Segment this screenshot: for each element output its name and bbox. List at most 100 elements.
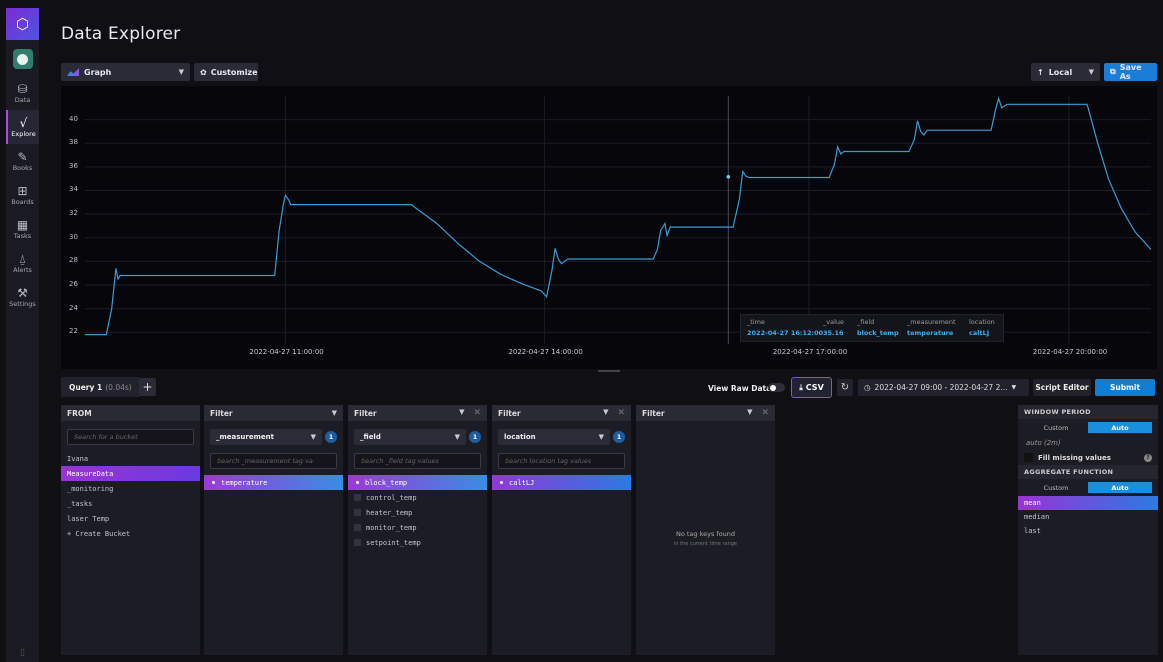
sidebar-item-label: Settings <box>9 299 36 308</box>
graph-type-label: Graph <box>84 67 112 77</box>
selected-count-badge: 1 <box>325 431 337 443</box>
aggregate-function-item[interactable]: last <box>1018 524 1158 538</box>
collapse-sidebar-icon[interactable]: ▯ <box>6 648 39 658</box>
sidebar-item-boards[interactable]: ⊞ Boards <box>6 178 39 212</box>
time-range-dropdown[interactable]: ◷ 2022-04-27 09:00 - 2022-04-27 2... ▼ <box>858 379 1029 396</box>
save-as-label: Save As <box>1119 63 1142 81</box>
bucket-item[interactable]: _tasks <box>61 496 200 511</box>
filter-column-empty: Filter ▼ ✕ No tag keys found in the current … <box>636 405 775 655</box>
chevron-down-icon[interactable]: ▼ <box>332 409 337 417</box>
chevron-down-icon: ▼ <box>1088 68 1094 76</box>
bucket-item[interactable]: MeasureData <box>61 466 200 481</box>
bucket-item[interactable]: _monitoring <box>61 481 200 496</box>
tag-value-label: caltLJ <box>509 478 535 487</box>
tooltip-header: location <box>969 318 995 326</box>
query-tab[interactable]: Query 1 (0.04s) <box>61 377 140 397</box>
tag-value-search-input[interactable]: Search _measurement tag va <box>210 453 337 469</box>
filter-column-field: Filter ▼ ✕ _field ▼ 1 Search _field tag values… <box>348 405 487 655</box>
y-tick-label: 28 <box>69 256 78 265</box>
tag-value-item[interactable]: heater_temp <box>348 505 487 520</box>
create-bucket-link[interactable]: + Create Bucket <box>61 526 200 541</box>
bucket-item[interactable]: laser Temp <box>61 511 200 526</box>
filter-header-label: Filter <box>354 408 377 418</box>
chevron-down-icon[interactable]: ▼ <box>603 408 608 418</box>
checkbox[interactable] <box>356 481 359 484</box>
graph-panel[interactable]: 22 24 26 28 30 32 34 36 38 40 2022-04-27 11:00:00… <box>61 86 1157 369</box>
tag-key-dropdown[interactable]: _field ▼ <box>354 429 466 445</box>
customize-button[interactable]: ✿ Customize <box>194 63 258 81</box>
checkbox[interactable] <box>500 481 503 484</box>
checkbox[interactable] <box>212 481 215 484</box>
bucket-item[interactable]: Ivana <box>61 451 200 466</box>
window-custom-option[interactable]: Custom <box>1024 422 1088 433</box>
save-as-button[interactable]: ⧉ Save As <box>1104 63 1157 81</box>
tag-key-row: _field ▼ 1 <box>354 429 481 445</box>
sidebar-item-data[interactable]: ⛁ Data <box>6 76 39 110</box>
aggregate-function-item[interactable]: median <box>1018 510 1158 524</box>
submit-button[interactable]: Submit <box>1095 379 1155 396</box>
selected-count-badge: 1 <box>469 431 481 443</box>
tooltip-header: _value <box>823 318 845 326</box>
add-query-button[interactable]: + <box>139 378 156 396</box>
tag-key-row: location ▼ 1 <box>498 429 625 445</box>
tag-value-item[interactable]: temperature <box>204 475 343 490</box>
x-tick-label: 2022-04-27 11:00:00 <box>249 348 324 356</box>
sidebar-item-tasks[interactable]: ▦ Tasks <box>6 212 39 246</box>
sidebar-item-books[interactable]: ✎ Books <box>6 144 39 178</box>
graph-icon <box>67 68 79 76</box>
tooltip-value: temperature <box>907 329 954 337</box>
empty-state: No tag keys found in the current time ran… <box>636 530 775 547</box>
resize-handle[interactable] <box>598 370 620 372</box>
checkbox[interactable] <box>354 524 361 531</box>
series-line[interactable] <box>85 96 1152 336</box>
tag-value-search-input[interactable]: Search _field tag values <box>354 453 481 469</box>
close-icon[interactable]: ✕ <box>473 408 481 418</box>
tag-value-item[interactable]: caltLJ <box>492 475 631 490</box>
chevron-down-icon[interactable]: ▼ <box>747 408 752 418</box>
graph-type-dropdown[interactable]: Graph ▼ <box>61 63 190 81</box>
tag-value-item[interactable]: monitor_temp <box>348 520 487 535</box>
tag-value-item[interactable]: setpoint_temp <box>348 535 487 550</box>
help-icon[interactable]: ? <box>1144 453 1152 462</box>
toggle-knob <box>770 384 776 391</box>
fill-missing-checkbox[interactable] <box>1024 453 1033 462</box>
sidebar-item-label: Books <box>12 163 33 172</box>
sidebar-item-alerts[interactable]: ⍙ Alerts <box>6 246 39 280</box>
sidebar-item-explore[interactable]: √ Explore <box>6 110 39 144</box>
timezone-dropdown[interactable]: ↑ Local ▼ <box>1031 63 1100 81</box>
raw-data-toggle[interactable] <box>768 383 785 392</box>
close-icon[interactable]: ✕ <box>617 408 625 418</box>
sidebar-item-settings[interactable]: ⚒ Settings <box>6 280 39 314</box>
chevron-down-icon: ▼ <box>178 68 184 76</box>
avatar[interactable] <box>12 49 33 69</box>
fill-missing-row[interactable]: Fill missing values ? <box>1018 450 1158 465</box>
filter-controls: ▼ ✕ <box>603 408 625 418</box>
tag-value-search-input[interactable]: Search location tag values <box>498 453 625 469</box>
x-tick-label: 2022-04-27 20:00:00 <box>1032 348 1108 356</box>
csv-download-button[interactable]: ⤓ CSV <box>791 377 832 398</box>
checkbox[interactable] <box>354 494 361 501</box>
chevron-down-icon[interactable]: ▼ <box>459 408 464 418</box>
tag-key-dropdown[interactable]: _measurement ▼ <box>210 429 322 445</box>
database-icon: ⛁ <box>17 81 28 96</box>
tag-key-dropdown[interactable]: location ▼ <box>498 429 610 445</box>
sidebar-item-label: Explore <box>11 129 36 138</box>
y-tick-label: 38 <box>69 138 78 147</box>
refresh-icon[interactable]: ↻ <box>837 379 853 396</box>
tag-value-item[interactable]: block_temp <box>348 475 487 490</box>
aggregate-function-item[interactable]: mean <box>1018 496 1158 510</box>
aggregate-auto-option[interactable]: Auto <box>1088 482 1152 493</box>
aggregate-custom-option[interactable]: Custom <box>1024 482 1088 493</box>
script-editor-button[interactable]: Script Editor <box>1033 379 1091 396</box>
window-auto-option[interactable]: Auto <box>1088 422 1152 433</box>
tag-value-item[interactable]: control_temp <box>348 490 487 505</box>
empty-state-subtitle: in the current time range <box>674 541 737 547</box>
tooltip-header: _field <box>857 318 875 326</box>
checkbox[interactable] <box>354 509 361 516</box>
influx-logo-icon[interactable]: ⬡ <box>6 8 39 40</box>
bucket-search-input[interactable]: Search for a bucket <box>67 429 194 445</box>
close-icon[interactable]: ✕ <box>761 408 769 418</box>
checkbox[interactable] <box>354 539 361 546</box>
filter-header: Filter ▼ ✕ <box>348 405 487 421</box>
user-icon <box>17 53 28 65</box>
